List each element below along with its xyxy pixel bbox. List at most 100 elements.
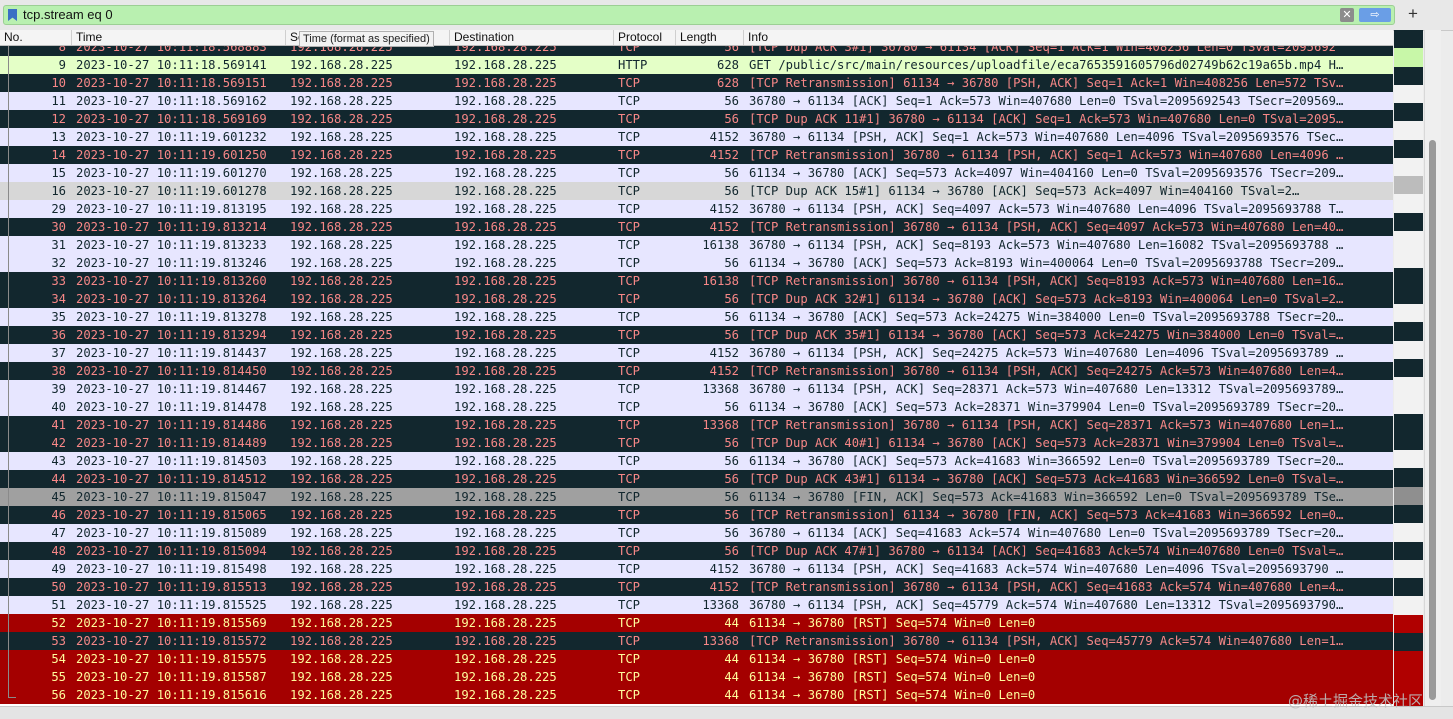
packet-row[interactable]: 45 2023-10-27 10:11:19.815047 192.168.28.2…: [0, 488, 1393, 506]
packet-row[interactable]: 40 2023-10-27 10:11:19.814478 192.168.28.2…: [0, 398, 1393, 416]
packet-list[interactable]: 8 2023-10-27 10:11:18.568883 192.168.28.22…: [0, 46, 1393, 706]
packet-row[interactable]: 31 2023-10-27 10:11:19.813233 192.168.28.2…: [0, 236, 1393, 254]
packet-row[interactable]: 52 2023-10-27 10:11:19.815569 192.168.28.2…: [0, 614, 1393, 632]
packet-cell-len: 13368: [702, 382, 739, 396]
packet-row[interactable]: 34 2023-10-27 10:11:19.813264 192.168.28.2…: [0, 290, 1393, 308]
packet-cell-src: 192.168.28.225: [290, 382, 393, 396]
column-header-no[interactable]: No.: [0, 30, 72, 45]
scrollbar-thumb[interactable]: [1429, 140, 1436, 700]
packet-cell-info: [TCP Dup ACK 32#1] 61134 → 36780 [ACK] S…: [749, 292, 1344, 306]
packet-cell-time: 2023-10-27 10:11:19.814489: [76, 436, 267, 450]
minimap-strip: [1394, 230, 1423, 250]
add-filter-button[interactable]: +: [1404, 4, 1422, 24]
packet-row[interactable]: 10 2023-10-27 10:11:18.569151 192.168.28.2…: [0, 74, 1393, 92]
packet-cell-dst: 192.168.28.225: [454, 346, 557, 360]
packet-row[interactable]: 11 2023-10-27 10:11:18.569162 192.168.28.2…: [0, 92, 1393, 110]
packet-cell-no: 15: [51, 166, 66, 180]
packet-row[interactable]: 56 2023-10-27 10:11:19.815616 192.168.28.2…: [0, 686, 1393, 704]
packet-row[interactable]: 37 2023-10-27 10:11:19.814437 192.168.28.2…: [0, 344, 1393, 362]
packet-cell-dst: 192.168.28.225: [454, 94, 557, 108]
packet-cell-len: 13368: [702, 634, 739, 648]
packet-row[interactable]: 13 2023-10-27 10:11:19.601232 192.168.28.2…: [0, 128, 1393, 146]
packet-cell-len: 56: [724, 166, 739, 180]
packet-minimap[interactable]: [1394, 30, 1423, 707]
minimap-strip: [1394, 559, 1423, 579]
vertical-scrollbar[interactable]: [1424, 30, 1441, 706]
packet-cell-dst: 192.168.28.225: [454, 238, 557, 252]
packet-cell-info: [TCP Dup ACK 15#1] 61134 → 36780 [ACK] S…: [749, 184, 1300, 198]
packet-cell-src: 192.168.28.225: [290, 328, 393, 342]
packet-row[interactable]: 38 2023-10-27 10:11:19.814450 192.168.28.2…: [0, 362, 1393, 380]
column-header-info[interactable]: Info: [744, 30, 1393, 45]
packet-cell-no: 40: [51, 400, 66, 414]
packet-cell-no: 34: [51, 292, 66, 306]
packet-row[interactable]: 32 2023-10-27 10:11:19.813246 192.168.28.2…: [0, 254, 1393, 272]
packet-row[interactable]: 29 2023-10-27 10:11:19.813195 192.168.28.2…: [0, 200, 1393, 218]
minimap-strip: [1394, 176, 1423, 196]
packet-cell-time: 2023-10-27 10:11:19.813246: [76, 256, 267, 270]
minimap-strip: [1394, 614, 1423, 634]
packet-cell-time: 2023-10-27 10:11:19.814512: [76, 472, 267, 486]
packet-row[interactable]: 51 2023-10-27 10:11:19.815525 192.168.28.2…: [0, 596, 1393, 614]
packet-row[interactable]: 30 2023-10-27 10:11:19.813214 192.168.28.2…: [0, 218, 1393, 236]
packet-row[interactable]: 8 2023-10-27 10:11:18.568883 192.168.28.22…: [0, 46, 1393, 56]
packet-row[interactable]: 14 2023-10-27 10:11:19.601250 192.168.28.2…: [0, 146, 1393, 164]
packet-row[interactable]: 36 2023-10-27 10:11:19.813294 192.168.28.2…: [0, 326, 1393, 344]
minimap-strip: [1394, 505, 1423, 525]
packet-cell-proto: TCP: [618, 670, 641, 684]
packet-cell-src: 192.168.28.225: [290, 46, 393, 54]
packet-cell-proto: TCP: [618, 544, 641, 558]
filter-text[interactable]: tcp.stream eq 0: [23, 7, 113, 23]
column-header-destination[interactable]: Destination: [450, 30, 614, 45]
packet-cell-info: [TCP Dup ACK 11#1] 36780 → 61134 [ACK] S…: [749, 112, 1344, 126]
packet-cell-proto: TCP: [618, 256, 641, 270]
packet-row[interactable]: 47 2023-10-27 10:11:19.815089 192.168.28.2…: [0, 524, 1393, 542]
minimap-strip: [1394, 358, 1423, 378]
packet-cell-proto: TCP: [618, 274, 641, 288]
packet-row[interactable]: 55 2023-10-27 10:11:19.815587 192.168.28.2…: [0, 668, 1393, 686]
apply-filter-button[interactable]: ⇨: [1359, 8, 1391, 22]
packet-cell-src: 192.168.28.225: [290, 220, 393, 234]
packet-row[interactable]: 53 2023-10-27 10:11:19.815572 192.168.28.2…: [0, 632, 1393, 650]
packet-cell-src: 192.168.28.225: [290, 472, 393, 486]
packet-row[interactable]: 46 2023-10-27 10:11:19.815065 192.168.28.2…: [0, 506, 1393, 524]
packet-cell-info: [TCP Retransmission] 36780 → 61134 [PSH,…: [749, 274, 1344, 288]
packet-cell-proto: TCP: [618, 76, 641, 90]
packet-cell-proto: TCP: [618, 418, 641, 432]
packet-row[interactable]: 35 2023-10-27 10:11:19.813278 192.168.28.2…: [0, 308, 1393, 326]
packet-cell-no: 46: [51, 508, 66, 522]
packet-row[interactable]: 54 2023-10-27 10:11:19.815575 192.168.28.2…: [0, 650, 1393, 668]
packet-cell-dst: 192.168.28.225: [454, 364, 557, 378]
packet-cell-len: 4152: [709, 346, 739, 360]
packet-row[interactable]: 42 2023-10-27 10:11:19.814489 192.168.28.2…: [0, 434, 1393, 452]
packet-row[interactable]: 49 2023-10-27 10:11:19.815498 192.168.28.2…: [0, 560, 1393, 578]
packet-row[interactable]: 41 2023-10-27 10:11:19.814486 192.168.28.2…: [0, 416, 1393, 434]
column-header-time[interactable]: Time: [72, 30, 286, 45]
packet-row[interactable]: 33 2023-10-27 10:11:19.813260 192.168.28.2…: [0, 272, 1393, 290]
packet-cell-time: 2023-10-27 10:11:19.813294: [76, 328, 267, 342]
column-header-protocol[interactable]: Protocol: [614, 30, 676, 45]
packet-row[interactable]: 48 2023-10-27 10:11:19.815094 192.168.28.2…: [0, 542, 1393, 560]
packet-row[interactable]: 39 2023-10-27 10:11:19.814467 192.168.28.2…: [0, 380, 1393, 398]
packet-row[interactable]: 12 2023-10-27 10:11:18.569169 192.168.28.2…: [0, 110, 1393, 128]
packet-cell-len: 4152: [709, 130, 739, 144]
packet-cell-info: 36780 → 61134 [PSH, ACK] Seq=41683 Ack=5…: [749, 562, 1344, 576]
packet-cell-no: 35: [51, 310, 66, 324]
packet-cell-src: 192.168.28.225: [290, 166, 393, 180]
packet-cell-dst: 192.168.28.225: [454, 616, 557, 630]
packet-row[interactable]: 16 2023-10-27 10:11:19.601278 192.168.28.2…: [0, 182, 1393, 200]
minimap-strip: [1394, 413, 1423, 433]
packet-row[interactable]: 15 2023-10-27 10:11:19.601270 192.168.28.2…: [0, 164, 1393, 182]
bookmark-icon[interactable]: [8, 9, 17, 21]
column-header-length[interactable]: Length: [676, 30, 744, 45]
packet-cell-dst: 192.168.28.225: [454, 454, 557, 468]
watermark-text: @稀土掘金技术社区: [1288, 692, 1424, 710]
packet-row[interactable]: 44 2023-10-27 10:11:19.814512 192.168.28.2…: [0, 470, 1393, 488]
packet-cell-no: 13: [51, 130, 66, 144]
clear-filter-button[interactable]: ✕: [1340, 8, 1354, 22]
minimap-strip: [1394, 523, 1423, 543]
packet-row[interactable]: 43 2023-10-27 10:11:19.814503 192.168.28.2…: [0, 452, 1393, 470]
packet-row[interactable]: 50 2023-10-27 10:11:19.815513 192.168.28.2…: [0, 578, 1393, 596]
display-filter-input[interactable]: tcp.stream eq 0 ✕ ⇨: [3, 5, 1395, 25]
packet-row[interactable]: 9 2023-10-27 10:11:18.569141 192.168.28.22…: [0, 56, 1393, 74]
